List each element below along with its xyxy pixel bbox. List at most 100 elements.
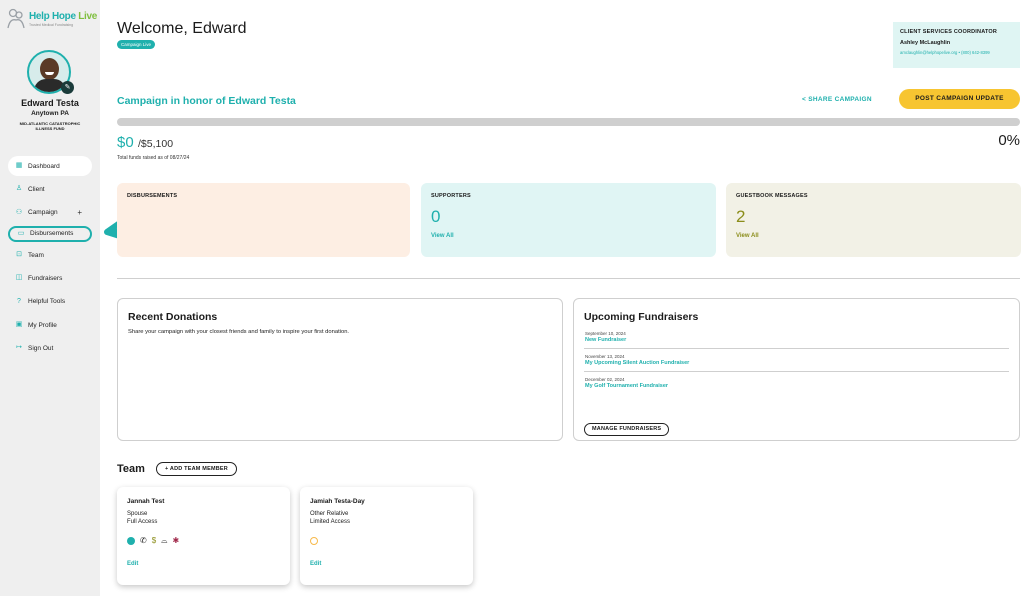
coordinator-contact[interactable]: amclaughlin@helphopelive.org • (800) 642… bbox=[900, 50, 1013, 55]
member-permissions: ✆ $ ⌓ ✱ bbox=[127, 536, 280, 545]
fundraiser-date: November 13, 2024 bbox=[585, 354, 625, 359]
sidebar-item-sign-out[interactable]: ↦ Sign Out bbox=[8, 338, 92, 358]
sidebar-item-team[interactable]: ⊡ Team bbox=[8, 245, 92, 265]
fundraiser-date: December 02, 2024 bbox=[585, 377, 625, 382]
team-member-card: Jamiah Testa-Day Other Relative Limited … bbox=[300, 487, 473, 585]
member-access: Limited Access bbox=[310, 519, 351, 525]
member-name: Jamiah Testa-Day bbox=[310, 498, 365, 505]
brand-logo[interactable]: Help Hope Live Trusted Medical Fundraisi… bbox=[6, 8, 97, 30]
team-icon: ⊡ bbox=[16, 251, 22, 259]
user-name: Edward Testa bbox=[21, 98, 79, 108]
expand-plus-icon[interactable]: + bbox=[77, 208, 82, 217]
campaign-progress-bar bbox=[117, 118, 1020, 126]
sidebar-item-label: My Profile bbox=[28, 321, 57, 329]
member-name: Jannah Test bbox=[127, 498, 165, 505]
guestbook-count: 2 bbox=[736, 207, 746, 226]
supporters-view-all-link[interactable]: View All bbox=[431, 233, 706, 239]
member-permissions bbox=[310, 536, 463, 545]
sidebar-nav: ▦ Dashboard ♙ Client ⚇ Campaign + ▭ Disb… bbox=[8, 156, 92, 362]
user-location: Anytown PA bbox=[31, 110, 69, 117]
brand-name-part2: Live bbox=[78, 11, 98, 22]
signout-icon: ↦ bbox=[16, 344, 22, 352]
recent-donations-card: Recent Donations Share your campaign wit… bbox=[117, 298, 563, 441]
share-campaign-label: SHARE CAMPAIGN bbox=[808, 96, 872, 103]
share-campaign-button[interactable]: < SHARE CAMPAIGN bbox=[802, 96, 872, 103]
asterisk-icon: ✱ bbox=[172, 536, 180, 545]
disbursements-card[interactable]: DISBURSEMENTS bbox=[117, 183, 410, 257]
sidebar-item-helpful-tools[interactable]: ? Helpful Tools bbox=[8, 292, 92, 312]
coordinator-name: Ashley McLaughlin bbox=[900, 40, 951, 46]
sidebar-item-label: Fundraisers bbox=[28, 274, 63, 282]
user-fund: MID-ATLANTIC CATASTROPHIC ILLNESS FUND bbox=[19, 121, 81, 131]
edit-member-link[interactable]: Edit bbox=[127, 561, 138, 567]
edit-member-link[interactable]: Edit bbox=[310, 561, 321, 567]
sidebar-item-label: Dashboard bbox=[28, 162, 60, 170]
fundraiser-date: September 10, 2024 bbox=[585, 331, 626, 336]
guestbook-label: GUESTBOOK MESSAGES bbox=[736, 193, 808, 199]
fundraiser-link[interactable]: New Fundraiser bbox=[585, 337, 1009, 343]
fundraiser-item[interactable]: November 13, 2024 My Upcoming Silent Auc… bbox=[584, 349, 1009, 372]
bowl-icon: ⌓ bbox=[161, 536, 168, 545]
upcoming-fundraisers-title: Upcoming Fundraisers bbox=[584, 311, 699, 323]
post-campaign-update-button[interactable]: POST CAMPAIGN UPDATE bbox=[899, 89, 1020, 109]
page-title: Welcome, Edward bbox=[117, 20, 247, 37]
edit-avatar-icon[interactable]: ✎ bbox=[61, 81, 74, 94]
fundraiser-link[interactable]: My Golf Tournament Fundraiser bbox=[585, 383, 1009, 389]
brand-name-part1: Help Hope bbox=[29, 11, 76, 22]
sidebar-item-label: Client bbox=[28, 185, 45, 193]
status-dot-outline-icon bbox=[310, 536, 318, 545]
status-dot-icon bbox=[127, 536, 135, 545]
member-relation: Other Relative bbox=[310, 511, 349, 517]
sidebar: Help Hope Live Trusted Medical Fundraisi… bbox=[0, 0, 100, 596]
sidebar-item-label: Campaign bbox=[28, 209, 58, 217]
sidebar-item-label: Disbursements bbox=[30, 230, 74, 238]
fundraiser-link[interactable]: My Upcoming Silent Auction Fundraiser bbox=[585, 360, 1009, 366]
grid-icon: ▦ bbox=[15, 162, 23, 169]
disbursements-label: DISBURSEMENTS bbox=[127, 193, 178, 199]
member-access: Full Access bbox=[127, 519, 158, 525]
logo-icon bbox=[7, 8, 25, 29]
recent-donations-text: Share your campaign with your closest fr… bbox=[128, 329, 350, 335]
sidebar-item-label: Team bbox=[28, 251, 44, 259]
percent-raised: 0% bbox=[998, 132, 1020, 149]
fundraiser-item[interactable]: September 10, 2024 New Fundraiser bbox=[584, 326, 1009, 349]
sidebar-item-my-profile[interactable]: ▣ My Profile bbox=[8, 315, 92, 335]
sidebar-item-label: Sign Out bbox=[28, 344, 54, 352]
money-icon: ▭ bbox=[17, 229, 25, 237]
help-icon: ? bbox=[17, 297, 21, 305]
supporters-label: SUPPORTERS bbox=[431, 193, 471, 199]
status-badge: Campaign Live bbox=[117, 40, 156, 49]
sidebar-item-label: Helpful Tools bbox=[28, 298, 66, 306]
team-member-card: Jannah Test Spouse Full Access ✆ $ ⌓ ✱ E… bbox=[117, 487, 290, 585]
profile-icon: ▣ bbox=[15, 321, 23, 329]
sidebar-item-client[interactable]: ♙ Client bbox=[8, 179, 92, 199]
brand-tagline: Trusted Medical Fundraising bbox=[29, 23, 74, 27]
dollar-icon: $ bbox=[151, 536, 157, 545]
coordinator-card: CLIENT SERVICES COORDINATOR Ashley McLau… bbox=[893, 22, 1020, 68]
guestbook-view-all-link[interactable]: View All bbox=[736, 233, 1011, 239]
person-icon: ♙ bbox=[15, 185, 23, 193]
coordinator-title: CLIENT SERVICES COORDINATOR bbox=[900, 29, 998, 35]
manage-fundraisers-button[interactable]: MANAGE FUNDRAISERS bbox=[584, 423, 670, 436]
member-relation: Spouse bbox=[127, 511, 148, 517]
gift-icon: ◫ bbox=[15, 274, 23, 282]
fundraiser-item[interactable]: December 02, 2024 My Golf Tournament Fun… bbox=[584, 372, 1009, 394]
people-icon: ⚇ bbox=[15, 208, 23, 216]
amount-raised: $0 bbox=[117, 134, 134, 151]
goal-amount: /$5,100 bbox=[138, 138, 174, 150]
sidebar-item-disbursements[interactable]: ▭ Disbursements bbox=[8, 225, 92, 242]
recent-donations-title: Recent Donations bbox=[128, 311, 218, 323]
add-team-member-button[interactable]: + ADD TEAM MEMBER bbox=[156, 462, 237, 476]
guestbook-card: GUESTBOOK MESSAGES 2 View All bbox=[726, 183, 1021, 257]
phone-icon: ✆ bbox=[140, 536, 147, 545]
sidebar-item-campaign[interactable]: ⚇ Campaign + bbox=[8, 203, 92, 223]
funds-as-of: Total funds raised as of 08/27/24 bbox=[117, 155, 190, 161]
share-icon: < bbox=[802, 96, 807, 103]
upcoming-fundraisers-card: Upcoming Fundraisers September 10, 2024 … bbox=[573, 298, 1020, 441]
team-title: Team bbox=[117, 463, 145, 475]
supporters-count: 0 bbox=[431, 207, 441, 226]
sidebar-item-fundraisers[interactable]: ◫ Fundraisers bbox=[8, 268, 92, 288]
sidebar-item-dashboard[interactable]: ▦ Dashboard bbox=[8, 156, 92, 176]
section-divider bbox=[117, 278, 1020, 279]
campaign-title[interactable]: Campaign in honor of Edward Testa bbox=[117, 95, 296, 107]
